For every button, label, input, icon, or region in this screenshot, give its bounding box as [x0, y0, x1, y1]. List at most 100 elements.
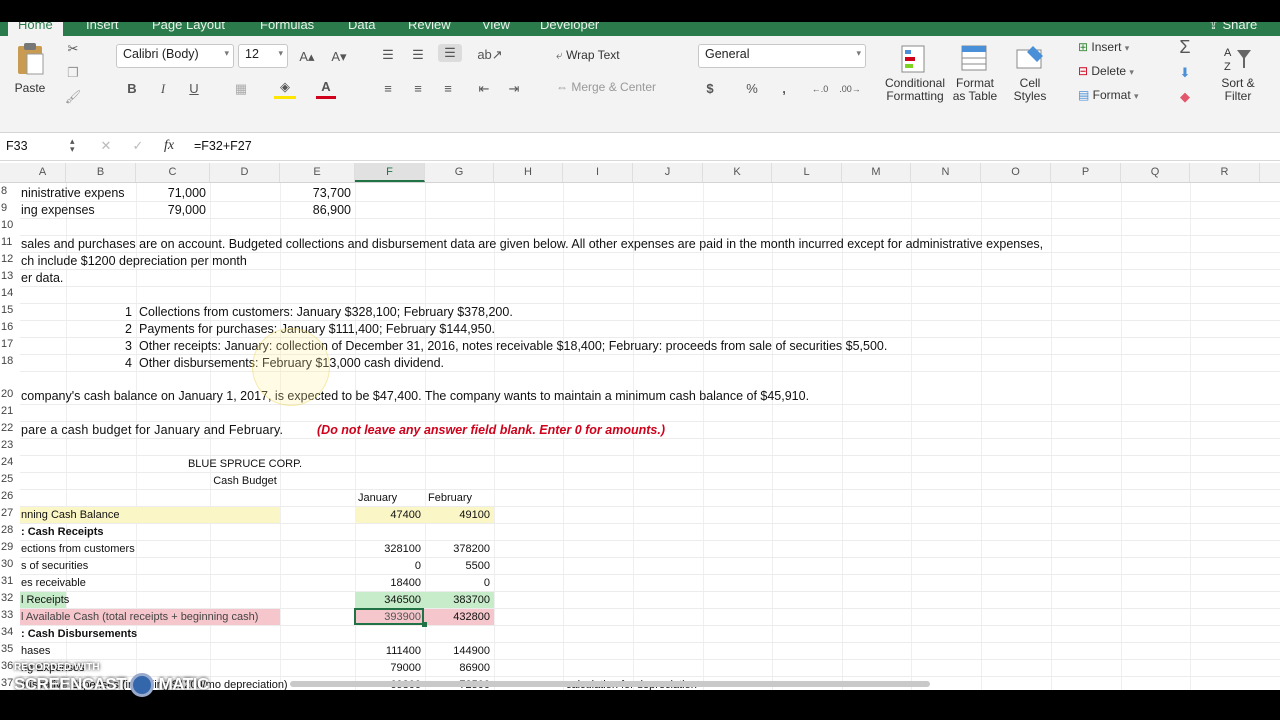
row-header-11[interactable]: 11	[0, 236, 21, 248]
increase-decimal-icon[interactable]: ←.0	[808, 80, 832, 98]
cell-g30[interactable]: 5500	[425, 558, 490, 575]
cell-a29[interactable]: ections from customers	[21, 541, 135, 558]
cell-b18[interactable]: 4	[66, 355, 132, 372]
cell-f30[interactable]: 0	[355, 558, 421, 575]
row-header-25[interactable]: 25	[0, 473, 21, 485]
column-header-r[interactable]: R	[1190, 163, 1260, 182]
row-header-17[interactable]: 17	[0, 338, 21, 350]
column-header-l[interactable]: L	[772, 163, 842, 182]
cell-g32[interactable]: 383700	[425, 592, 490, 609]
tab-developer[interactable]: Developer	[540, 22, 599, 32]
cell-c8[interactable]: 71,000	[136, 185, 206, 202]
row-header-13[interactable]: 13	[0, 270, 21, 282]
fill-color-icon[interactable]: ◈	[274, 78, 296, 99]
tab-view[interactable]: View	[482, 22, 510, 32]
align-right-icon[interactable]: ≡	[438, 80, 458, 98]
formula-input[interactable]: =F32+F27	[194, 139, 252, 153]
cell-f36[interactable]: 79000	[355, 660, 421, 677]
cell-f31[interactable]: 18400	[355, 575, 421, 592]
cell-a11[interactable]: sales and purchases are on account. Budg…	[21, 236, 1043, 253]
row-header-16[interactable]: 16	[0, 321, 21, 333]
cell-a30[interactable]: s of securities	[21, 558, 88, 575]
cell-a9[interactable]: ing expenses	[21, 202, 95, 219]
decrease-font-icon[interactable]: A▾	[328, 48, 350, 66]
cell-f27[interactable]: 47400	[355, 507, 421, 524]
cell-b15[interactable]: 1	[66, 304, 132, 321]
clear-icon[interactable]: ◆	[1172, 88, 1198, 106]
cell-c16[interactable]: Payments for purchases: January $111,400…	[139, 321, 495, 338]
cell-a28[interactable]: : Cash Receipts	[21, 524, 104, 541]
cut-icon[interactable]: ✂	[64, 40, 82, 58]
cell-g36[interactable]: 86900	[425, 660, 490, 677]
column-header-a[interactable]: A	[20, 163, 66, 182]
cell-d24[interactable]: BLUE SPRUCE CORP.	[170, 456, 320, 473]
row-header-9[interactable]: 9	[0, 202, 21, 214]
row-header-33[interactable]: 33	[0, 609, 21, 621]
row-header-29[interactable]: 29	[0, 541, 21, 553]
column-header-b[interactable]: B	[66, 163, 136, 182]
row-header-34[interactable]: 34	[0, 626, 21, 638]
format-as-table-button[interactable]: Format as Table	[950, 44, 1000, 103]
tab-review[interactable]: Review	[408, 22, 451, 32]
row-header-10[interactable]: 10	[0, 219, 21, 231]
align-middle-icon[interactable]: ☰	[408, 46, 428, 64]
share-button[interactable]: ⇪ Share	[1208, 22, 1257, 33]
cell-f29[interactable]: 328100	[355, 541, 421, 558]
cell-f35[interactable]: 111400	[355, 643, 421, 660]
increase-font-icon[interactable]: A▴	[296, 48, 318, 66]
row-header-14[interactable]: 14	[0, 287, 21, 299]
cell-a13[interactable]: er data.	[21, 270, 63, 287]
tab-formulas[interactable]: Formulas	[260, 22, 314, 32]
cell-a35[interactable]: hases	[21, 643, 50, 660]
format-painter-icon[interactable]: 🖌	[64, 88, 82, 106]
sort-filter-button[interactable]: AZ Sort & Filter	[1212, 44, 1264, 103]
spreadsheet-grid[interactable]: 8 ninistrative expens 71,000 73,700 9 ing exp…	[0, 183, 1280, 690]
cell-a20[interactable]: company's cash balance on January 1, 201…	[21, 388, 809, 405]
cell-a31[interactable]: es receivable	[21, 575, 86, 592]
cell-d25[interactable]: Cash Budget	[170, 473, 320, 490]
comma-button[interactable]: ,	[776, 80, 792, 98]
cell-a12[interactable]: ch include $1200 depreciation per month	[21, 253, 247, 270]
row-header-8[interactable]: 8	[0, 185, 21, 197]
column-header-k[interactable]: K	[703, 163, 772, 182]
column-header-o[interactable]: O	[981, 163, 1051, 182]
column-header-j[interactable]: J	[633, 163, 703, 182]
confirm-icon[interactable]: ✓	[128, 137, 148, 155]
cell-f26[interactable]: January	[358, 490, 397, 507]
column-header-f[interactable]: F	[355, 163, 425, 182]
fill-icon[interactable]: ⬇	[1172, 64, 1198, 82]
percent-button[interactable]: %	[744, 80, 760, 98]
tab-page-layout[interactable]: Page Layout	[152, 22, 225, 32]
column-header-i[interactable]: I	[563, 163, 633, 182]
row-header-32[interactable]: 32	[0, 592, 21, 604]
font-name-select[interactable]: Calibri (Body) ▾	[116, 44, 234, 68]
delete-cells-button[interactable]: ⊟ Delete ▾	[1078, 64, 1134, 78]
cell-b16[interactable]: 2	[66, 321, 132, 338]
cell-c15[interactable]: Collections from customers: January $328…	[139, 304, 513, 321]
borders-icon[interactable]: ▦	[230, 80, 252, 98]
cell-g27[interactable]: 49100	[425, 507, 490, 524]
cell-f32[interactable]: 346500	[355, 592, 421, 609]
wrap-text-button[interactable]: ⤶ Wrap Text	[556, 48, 620, 63]
cell-g35[interactable]: 144900	[425, 643, 490, 660]
column-header-n[interactable]: N	[911, 163, 981, 182]
font-size-select[interactable]: 12 ▾	[238, 44, 288, 68]
cell-g31[interactable]: 0	[425, 575, 490, 592]
column-header-e[interactable]: E	[280, 163, 355, 182]
column-header-h[interactable]: H	[494, 163, 563, 182]
horizontal-scrollbar[interactable]	[290, 681, 930, 687]
cell-e9[interactable]: 86,900	[280, 202, 351, 219]
column-header-q[interactable]: Q	[1121, 163, 1190, 182]
name-box[interactable]: F33 ▴ ▾	[6, 137, 76, 154]
cell-c9[interactable]: 79,000	[136, 202, 206, 219]
font-color-icon[interactable]: A	[316, 78, 336, 99]
underline-button[interactable]: U	[186, 80, 202, 98]
number-format-select[interactable]: General ▾	[698, 44, 866, 68]
column-header-c[interactable]: C	[136, 163, 210, 182]
align-bottom-icon[interactable]: ☰	[438, 44, 462, 62]
cell-a22[interactable]: pare a cash budget for January and Febru…	[21, 422, 283, 439]
conditional-formatting-button[interactable]: Conditional Formatting	[882, 44, 948, 103]
row-header-15[interactable]: 15	[0, 304, 21, 316]
cell-a8[interactable]: ninistrative expens	[21, 185, 125, 202]
tab-home[interactable]: Home	[8, 22, 63, 36]
